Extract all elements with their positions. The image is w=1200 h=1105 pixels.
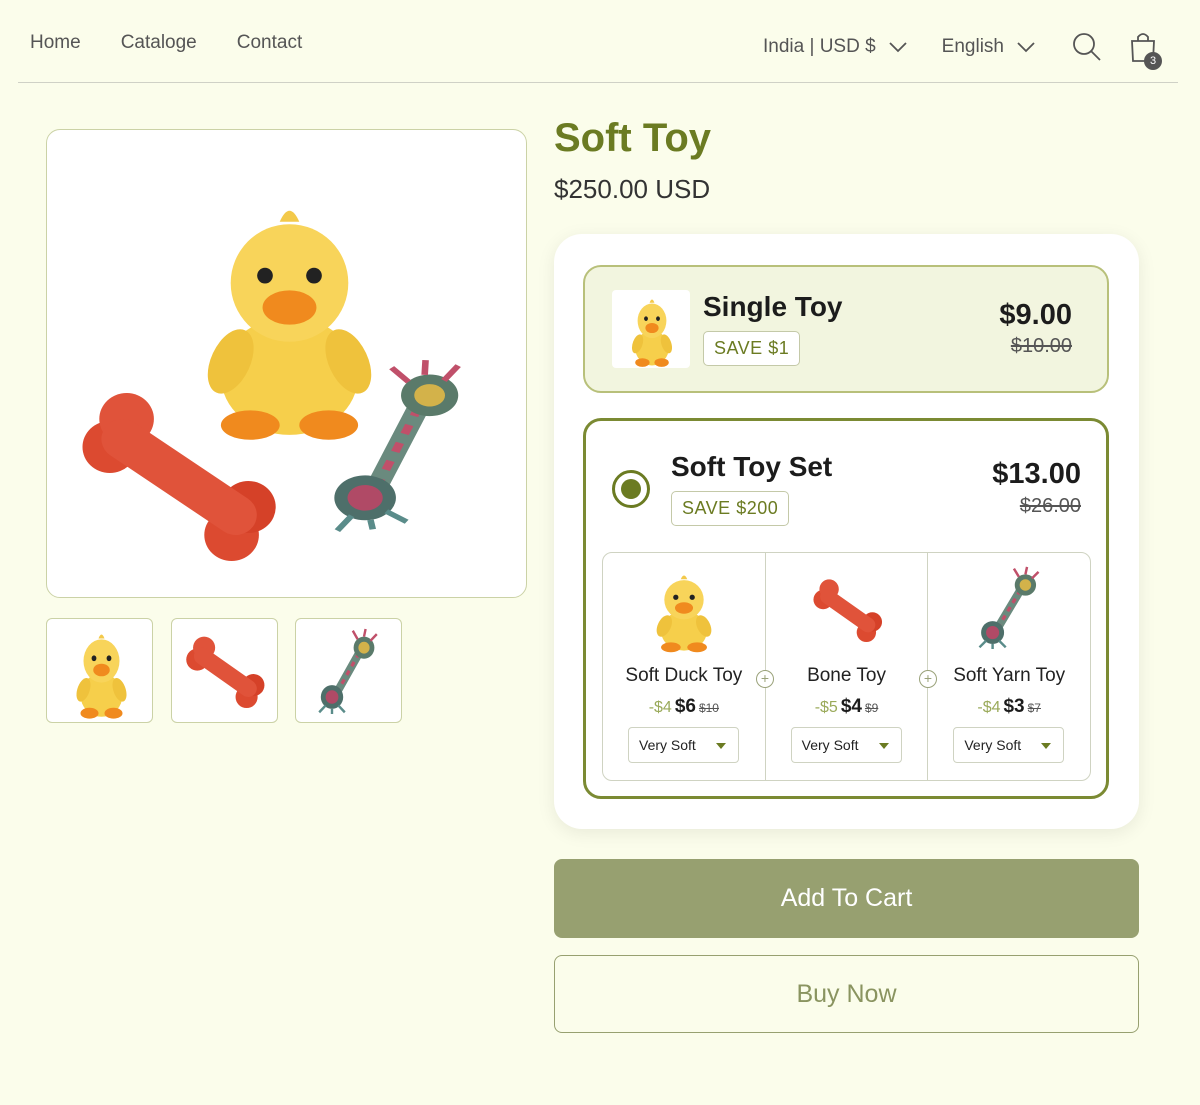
language-label: English [941,36,1004,57]
variant-value: Very Soft [639,737,696,753]
variant-select[interactable]: Very Soft [628,727,739,763]
single-toy-image [612,290,690,368]
nav-contact[interactable]: Contact [237,32,302,54]
cart-button[interactable]: 3 [1126,30,1162,70]
item-prices: -$5 $4 $9 [766,696,928,718]
set-item-duck: Soft Duck Toy -$4 $6 $10 Very Soft [603,553,765,780]
set-price: $13.00 [992,458,1081,490]
set-name: Soft Toy Set [671,451,833,482]
variant-select[interactable]: Very Soft [790,727,902,763]
bone-icon [806,565,888,655]
rope-icon [968,565,1050,655]
bundle-option-set[interactable]: Soft Toy Set SAVE $200 $13.00 $26.00 Sof… [583,418,1109,799]
set-items: Soft Duck Toy -$4 $6 $10 Very Soft Bone To… [602,552,1091,781]
single-toy-name: Single Toy [703,291,843,322]
nav-home[interactable]: Home [30,32,81,54]
item-discount: -$4 [648,699,672,716]
set-old-price: $26.00 [1019,495,1081,517]
set-item-rope: Soft Yarn Toy -$4 $3 $7 Very Soft [927,553,1090,780]
variant-value: Very Soft [801,737,859,753]
variant-select[interactable]: Very Soft [953,727,1065,763]
thumbnail-duck[interactable] [46,618,153,723]
cart-count-badge: 3 [1144,52,1162,70]
item-was-price: $7 [1027,701,1041,715]
item-was-price: $9 [864,701,879,715]
nav-cataloge[interactable]: Cataloge [121,32,197,54]
caret-down-icon [878,743,889,749]
item-name: Soft Duck Toy [625,665,743,686]
item-price: $6 [674,696,696,717]
thumbnail-bone[interactable] [171,618,278,723]
set-item-bone: Bone Toy -$5 $4 $9 Very Soft [764,553,928,780]
product-price: $250.00 USD [554,174,711,204]
header-divider [18,82,1178,83]
single-price: $9.00 [999,299,1072,331]
item-prices: -$4 $3 $7 [928,696,1090,718]
region-label: India | USD $ [763,36,876,57]
thumbnail-rope[interactable] [295,618,402,723]
search-icon [1073,33,1101,61]
item-price: $3 [1003,696,1025,717]
variant-value: Very Soft [964,737,1022,753]
item-price: $4 [840,696,862,717]
add-to-cart-button[interactable]: Add To Cart [554,859,1139,938]
region-selector[interactable]: India | USD $ [763,36,908,58]
chevron-down-icon [1017,42,1035,53]
item-name: Bone Toy [807,665,886,686]
buy-now-button[interactable]: Buy Now [554,955,1139,1033]
header-actions: India | USD $ English 3 [763,30,1162,70]
plus-icon: + [919,670,937,688]
item-was-price: $10 [698,701,719,715]
single-old-price: $10.00 [1010,335,1072,357]
bundle-selector: Single Toy SAVE $1 $9.00 $10.00 Soft Toy… [554,234,1139,829]
plus-icon: + [756,670,774,688]
duck-icon [653,575,715,653]
main-nav: Home Cataloge Contact [30,32,302,54]
product-title: Soft Toy [554,116,712,160]
chevron-down-icon [889,42,907,53]
item-discount: -$5 [814,699,838,716]
set-save-badge: SAVE $200 [671,491,790,526]
single-save-badge: SAVE $1 [703,331,801,366]
search-button[interactable] [1070,30,1104,64]
caret-down-icon [1041,743,1052,749]
item-name: Soft Yarn Toy [953,665,1066,686]
set-radio-selected[interactable] [612,470,650,508]
product-main-image [46,129,527,598]
language-selector[interactable]: English [942,36,1036,58]
caret-down-icon [716,743,726,749]
item-discount: -$4 [977,699,1001,716]
item-prices: -$4 $6 $10 [603,696,765,718]
bundle-option-single[interactable]: Single Toy SAVE $1 $9.00 $10.00 [583,265,1109,393]
